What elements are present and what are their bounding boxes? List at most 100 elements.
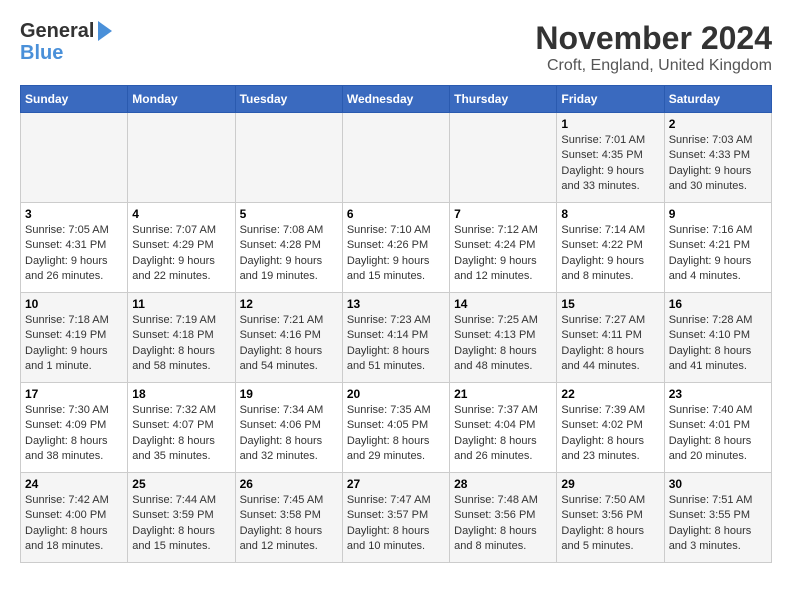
day-info: Sunrise: 7:40 AM Sunset: 4:01 PM Dayligh…: [669, 403, 767, 465]
day-number: 22: [561, 387, 659, 401]
day-number: 5: [240, 207, 338, 221]
day-cell: 11Sunrise: 7:19 AM Sunset: 4:18 PM Dayli…: [128, 293, 235, 383]
day-number: 30: [669, 477, 767, 491]
day-number: 9: [669, 207, 767, 221]
day-number: 24: [25, 477, 123, 491]
day-cell: 7Sunrise: 7:12 AM Sunset: 4:24 PM Daylig…: [450, 203, 557, 293]
column-header-friday: Friday: [557, 86, 664, 113]
week-row-5: 24 Sunrise: 7:42 AM Sunset: 4:00 PM Dayli…: [21, 473, 772, 563]
day-number: 27: [347, 477, 445, 491]
day-cell: 15 Sunrise: 7:27 AM Sunset: 4:11 PM Dayli…: [557, 293, 664, 383]
day-info: Sunrise: 7:30 AM Sunset: 4:09 PM Dayligh…: [25, 403, 123, 465]
day-number: 15: [561, 297, 659, 311]
day-number: 10: [25, 297, 123, 311]
day-number: 28: [454, 477, 552, 491]
day-number: 12: [240, 297, 338, 311]
day-number: 7: [454, 207, 552, 221]
day-info: Sunrise: 7:16 AM Sunset: 4:21 PM Dayligh…: [669, 223, 767, 285]
day-number: 8: [561, 207, 659, 221]
logo-blue-text: Blue: [20, 42, 63, 65]
column-header-wednesday: Wednesday: [342, 86, 449, 113]
calendar-header: SundayMondayTuesdayWednesdayThursdayFrid…: [21, 86, 772, 113]
week-row-4: 17 Sunrise: 7:30 AM Sunset: 4:09 PM Dayli…: [21, 383, 772, 473]
day-cell: 2 Sunrise: 7:03 AM Sunset: 4:33 PM Daylig…: [664, 113, 771, 203]
day-number: 23: [669, 387, 767, 401]
day-info: Sunrise: 7:34 AM Sunset: 4:06 PM Dayligh…: [240, 403, 338, 465]
day-cell: 19 Sunrise: 7:34 AM Sunset: 4:06 PM Dayli…: [235, 383, 342, 473]
day-cell: [128, 113, 235, 203]
day-info: Sunrise: 7:27 AM Sunset: 4:11 PM Dayligh…: [561, 313, 659, 375]
day-info: Sunrise: 7:45 AM Sunset: 3:58 PM Dayligh…: [240, 493, 338, 555]
day-number: 2: [669, 117, 767, 131]
column-header-sunday: Sunday: [21, 86, 128, 113]
day-cell: 8 Sunrise: 7:14 AM Sunset: 4:22 PM Daylig…: [557, 203, 664, 293]
day-cell: 29 Sunrise: 7:50 AM Sunset: 3:56 PM Dayli…: [557, 473, 664, 563]
day-number: 29: [561, 477, 659, 491]
day-info: Sunrise: 7:48 AM Sunset: 3:56 PM Dayligh…: [454, 493, 552, 555]
day-number: 1: [561, 117, 659, 131]
day-number: 19: [240, 387, 338, 401]
week-row-3: 10Sunrise: 7:18 AM Sunset: 4:19 PM Dayli…: [21, 293, 772, 383]
day-info: Sunrise: 7:14 AM Sunset: 4:22 PM Dayligh…: [561, 223, 659, 285]
day-number: 25: [132, 477, 230, 491]
day-info: Sunrise: 7:50 AM Sunset: 3:56 PM Dayligh…: [561, 493, 659, 555]
day-number: 4: [132, 207, 230, 221]
day-info: Sunrise: 7:01 AM Sunset: 4:35 PM Dayligh…: [561, 133, 659, 195]
day-number: 16: [669, 297, 767, 311]
day-cell: [450, 113, 557, 203]
day-info: Sunrise: 7:39 AM Sunset: 4:02 PM Dayligh…: [561, 403, 659, 465]
day-info: Sunrise: 7:28 AM Sunset: 4:10 PM Dayligh…: [669, 313, 767, 375]
day-number: 21: [454, 387, 552, 401]
day-info: Sunrise: 7:37 AM Sunset: 4:04 PM Dayligh…: [454, 403, 552, 465]
day-info: Sunrise: 7:05 AM Sunset: 4:31 PM Dayligh…: [25, 223, 123, 285]
day-info: Sunrise: 7:07 AM Sunset: 4:29 PM Dayligh…: [132, 223, 230, 285]
day-cell: [235, 113, 342, 203]
logo: General Blue: [20, 20, 112, 65]
day-info: Sunrise: 7:03 AM Sunset: 4:33 PM Dayligh…: [669, 133, 767, 195]
page-subtitle: Croft, England, United Kingdom: [535, 57, 772, 75]
day-cell: 17 Sunrise: 7:30 AM Sunset: 4:09 PM Dayli…: [21, 383, 128, 473]
day-cell: 3 Sunrise: 7:05 AM Sunset: 4:31 PM Daylig…: [21, 203, 128, 293]
logo-general-text: General: [20, 20, 94, 42]
day-cell: 21 Sunrise: 7:37 AM Sunset: 4:04 PM Dayli…: [450, 383, 557, 473]
day-cell: 9 Sunrise: 7:16 AM Sunset: 4:21 PM Daylig…: [664, 203, 771, 293]
day-cell: 4 Sunrise: 7:07 AM Sunset: 4:29 PM Daylig…: [128, 203, 235, 293]
day-number: 3: [25, 207, 123, 221]
day-number: 17: [25, 387, 123, 401]
day-cell: 18Sunrise: 7:32 AM Sunset: 4:07 PM Dayli…: [128, 383, 235, 473]
calendar-table: SundayMondayTuesdayWednesdayThursdayFrid…: [20, 85, 772, 563]
day-info: Sunrise: 7:47 AM Sunset: 3:57 PM Dayligh…: [347, 493, 445, 555]
day-cell: 25 Sunrise: 7:44 AM Sunset: 3:59 PM Dayli…: [128, 473, 235, 563]
day-cell: 16 Sunrise: 7:28 AM Sunset: 4:10 PM Dayli…: [664, 293, 771, 383]
column-header-tuesday: Tuesday: [235, 86, 342, 113]
day-cell: 24 Sunrise: 7:42 AM Sunset: 4:00 PM Dayli…: [21, 473, 128, 563]
day-number: 6: [347, 207, 445, 221]
day-info: Sunrise: 7:44 AM Sunset: 3:59 PM Dayligh…: [132, 493, 230, 555]
day-cell: 26Sunrise: 7:45 AM Sunset: 3:58 PM Dayli…: [235, 473, 342, 563]
day-info: Sunrise: 7:25 AM Sunset: 4:13 PM Dayligh…: [454, 313, 552, 375]
day-info: Sunrise: 7:21 AM Sunset: 4:16 PM Dayligh…: [240, 313, 338, 375]
day-cell: [342, 113, 449, 203]
day-cell: 23 Sunrise: 7:40 AM Sunset: 4:01 PM Dayli…: [664, 383, 771, 473]
day-cell: 28 Sunrise: 7:48 AM Sunset: 3:56 PM Dayli…: [450, 473, 557, 563]
day-info: Sunrise: 7:19 AM Sunset: 4:18 PM Dayligh…: [132, 313, 230, 375]
page-title: November 2024: [535, 20, 772, 57]
day-cell: 22 Sunrise: 7:39 AM Sunset: 4:02 PM Dayli…: [557, 383, 664, 473]
day-cell: 6Sunrise: 7:10 AM Sunset: 4:26 PM Daylig…: [342, 203, 449, 293]
logo-arrow-icon: [98, 21, 112, 41]
week-row-2: 3 Sunrise: 7:05 AM Sunset: 4:31 PM Daylig…: [21, 203, 772, 293]
day-info: Sunrise: 7:51 AM Sunset: 3:55 PM Dayligh…: [669, 493, 767, 555]
day-info: Sunrise: 7:32 AM Sunset: 4:07 PM Dayligh…: [132, 403, 230, 465]
day-cell: 1 Sunrise: 7:01 AM Sunset: 4:35 PM Daylig…: [557, 113, 664, 203]
day-cell: [21, 113, 128, 203]
calendar-body: 1 Sunrise: 7:01 AM Sunset: 4:35 PM Daylig…: [21, 113, 772, 563]
title-area: November 2024 Croft, England, United Kin…: [535, 20, 772, 75]
column-header-thursday: Thursday: [450, 86, 557, 113]
day-info: Sunrise: 7:23 AM Sunset: 4:14 PM Dayligh…: [347, 313, 445, 375]
day-info: Sunrise: 7:42 AM Sunset: 4:00 PM Dayligh…: [25, 493, 123, 555]
header-row: SundayMondayTuesdayWednesdayThursdayFrid…: [21, 86, 772, 113]
day-cell: 13Sunrise: 7:23 AM Sunset: 4:14 PM Dayli…: [342, 293, 449, 383]
day-info: Sunrise: 7:08 AM Sunset: 4:28 PM Dayligh…: [240, 223, 338, 285]
day-cell: 14Sunrise: 7:25 AM Sunset: 4:13 PM Dayli…: [450, 293, 557, 383]
day-number: 20: [347, 387, 445, 401]
